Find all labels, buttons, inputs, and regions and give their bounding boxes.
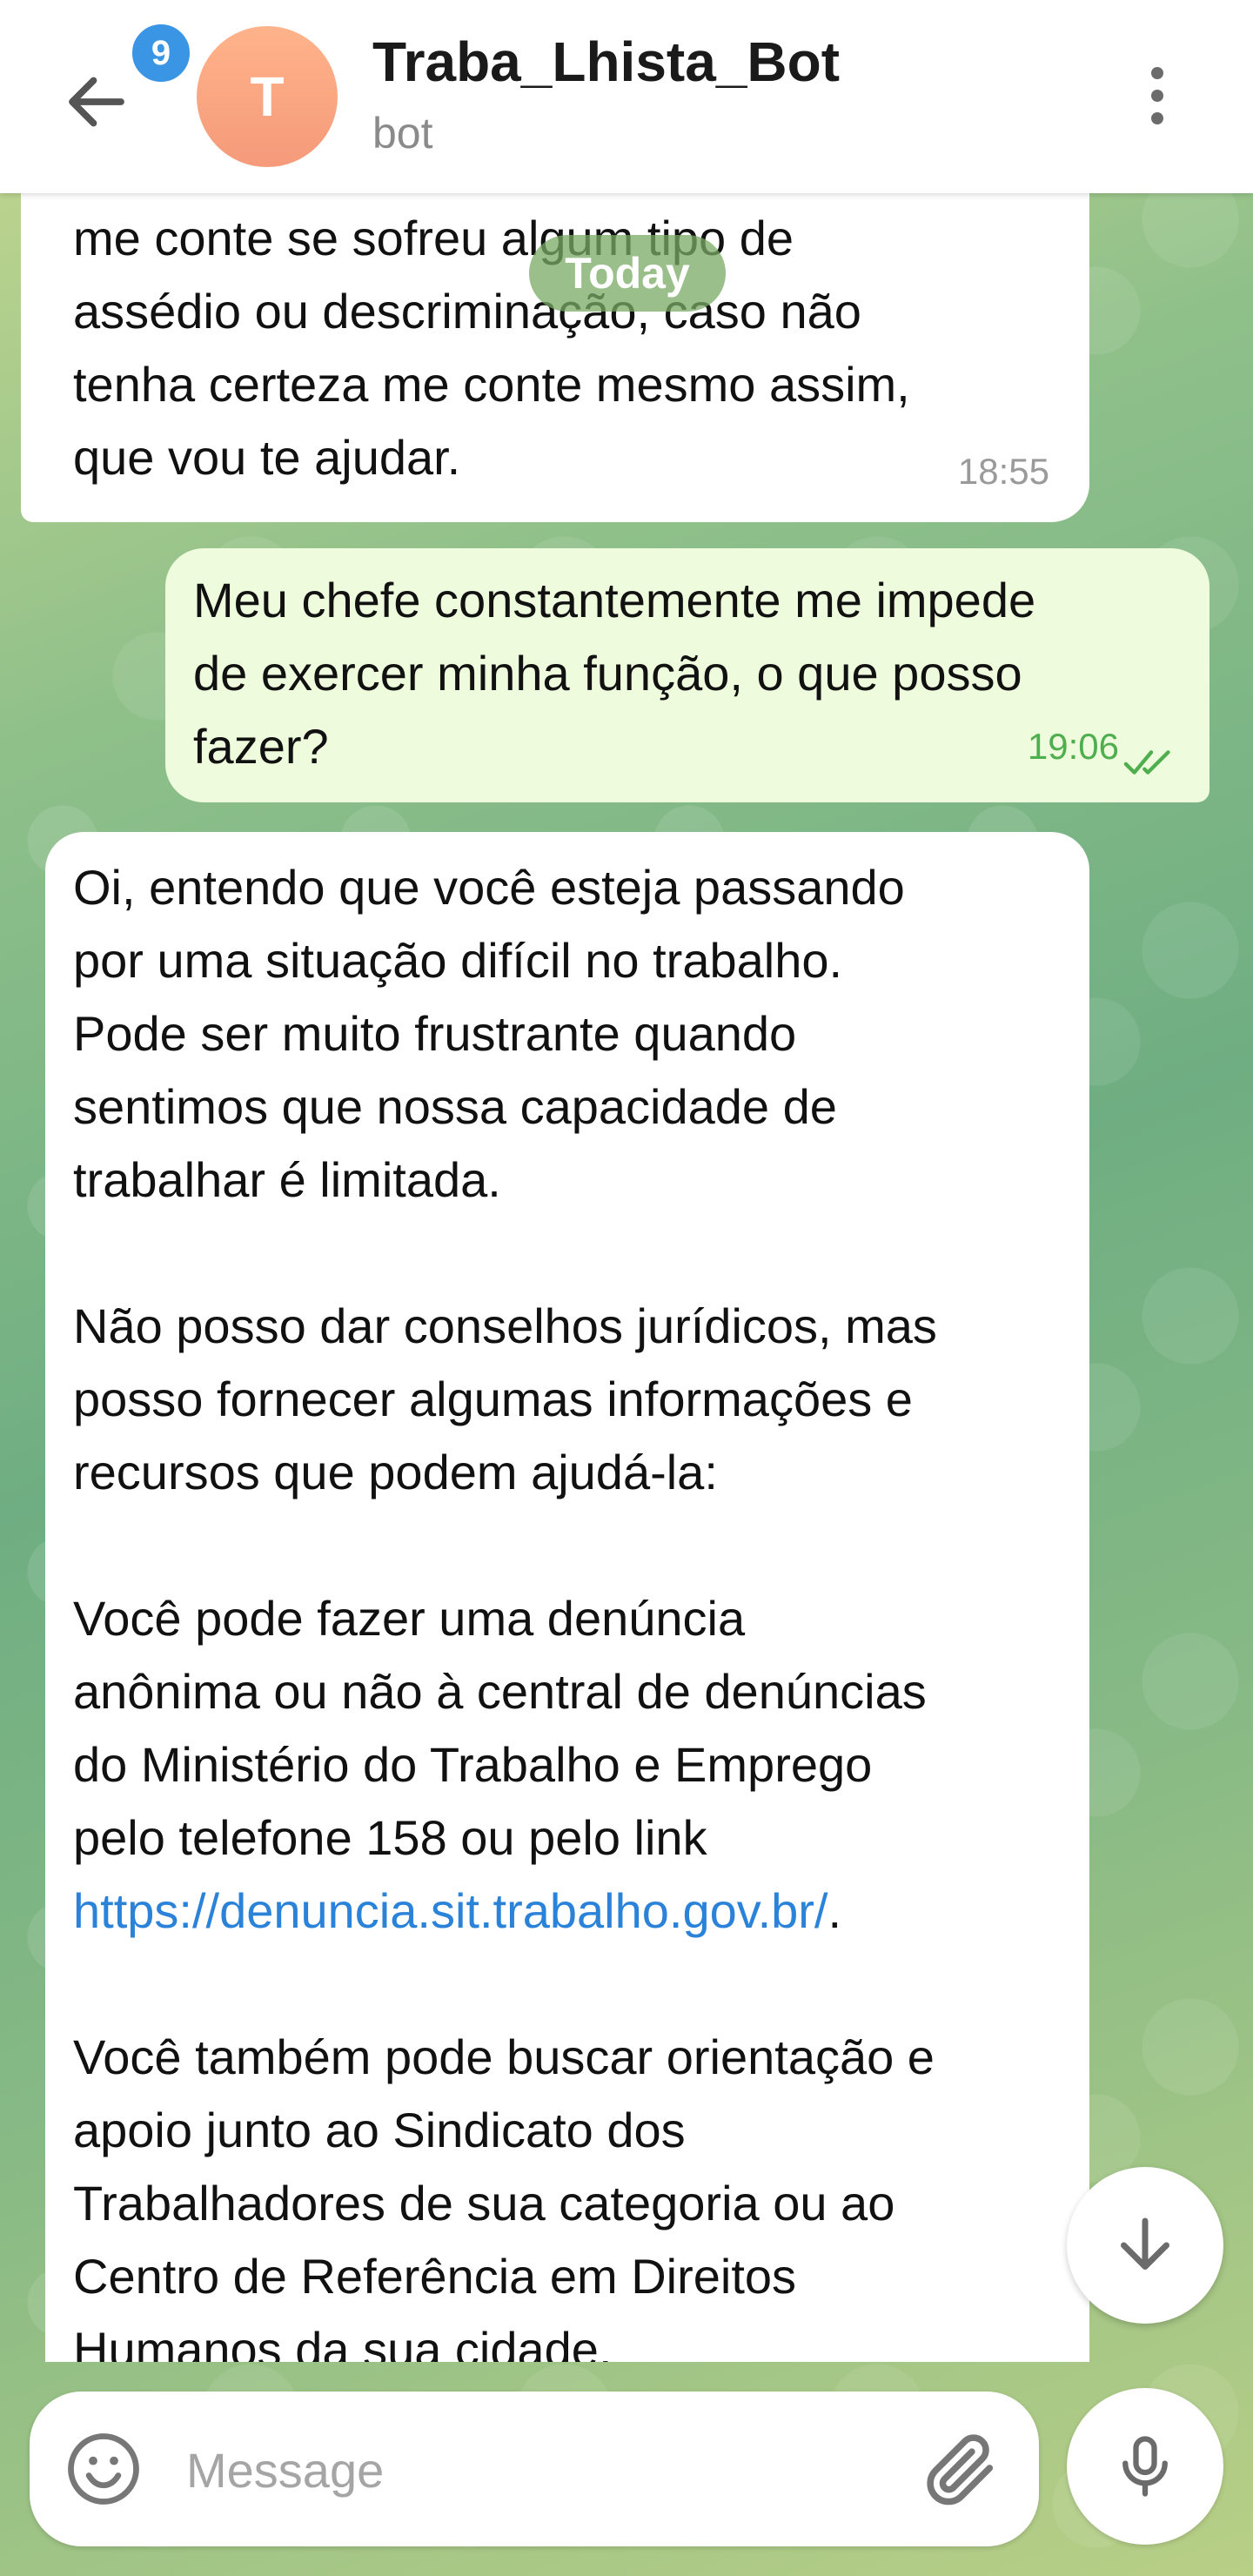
scroll-to-bottom-button[interactable] <box>1067 2167 1223 2324</box>
chat-title[interactable]: Traba_Lhista_Bot <box>372 30 840 94</box>
more-vertical-icon <box>1151 67 1163 79</box>
message-paragraph: Oi, entendo que você esteja passando por… <box>73 860 905 1207</box>
unread-badge: 9 <box>127 19 195 87</box>
message-input[interactable] <box>186 2426 882 2513</box>
message-list[interactable]: Today me conte se sofreu algum tipo de a… <box>0 193 1253 2362</box>
paperclip-icon[interactable] <box>917 2426 1004 2513</box>
message-paragraph: Você pode fazer uma denúncia anônima ou … <box>73 1591 927 1865</box>
date-separator: Today <box>529 235 726 312</box>
denuncia-link[interactable]: https://denuncia.sit.trabalho.gov.br/ <box>73 1883 828 1938</box>
chat-header: T 9 Traba_Lhista_Bot bot <box>0 0 1253 193</box>
microphone-button[interactable] <box>1067 2388 1223 2545</box>
arrow-down-icon <box>1121 2217 1169 2270</box>
more-dot <box>1151 112 1163 124</box>
message-time: 19:06 <box>1027 726 1119 767</box>
link-suffix: . <box>828 1883 842 1938</box>
message-text: Oi, entendo que você esteja passando por… <box>73 851 1074 2362</box>
double-check-icon <box>1123 750 1170 775</box>
message-incoming[interactable]: Oi, entendo que você esteja passando por… <box>45 832 1089 2362</box>
more-dot <box>1151 90 1163 102</box>
composer <box>30 2392 1039 2546</box>
more-options-button[interactable] <box>1122 52 1192 139</box>
avatar[interactable]: T <box>197 26 338 167</box>
message-outgoing[interactable]: Meu chefe constantemente me impede de ex… <box>165 548 1209 802</box>
message-paragraph: Você também pode buscar orientação e apo… <box>73 2029 935 2362</box>
emoji-icon[interactable] <box>64 2430 143 2508</box>
message-time: 18:55 <box>957 451 1049 492</box>
back-arrow-icon <box>69 77 124 127</box>
message-paragraph: Não posso dar conselhos jurídicos, mas p… <box>73 1298 937 1499</box>
chat-subtitle: bot <box>372 109 433 158</box>
microphone-icon <box>1122 2436 1168 2497</box>
avatar-letter: T <box>250 65 285 128</box>
